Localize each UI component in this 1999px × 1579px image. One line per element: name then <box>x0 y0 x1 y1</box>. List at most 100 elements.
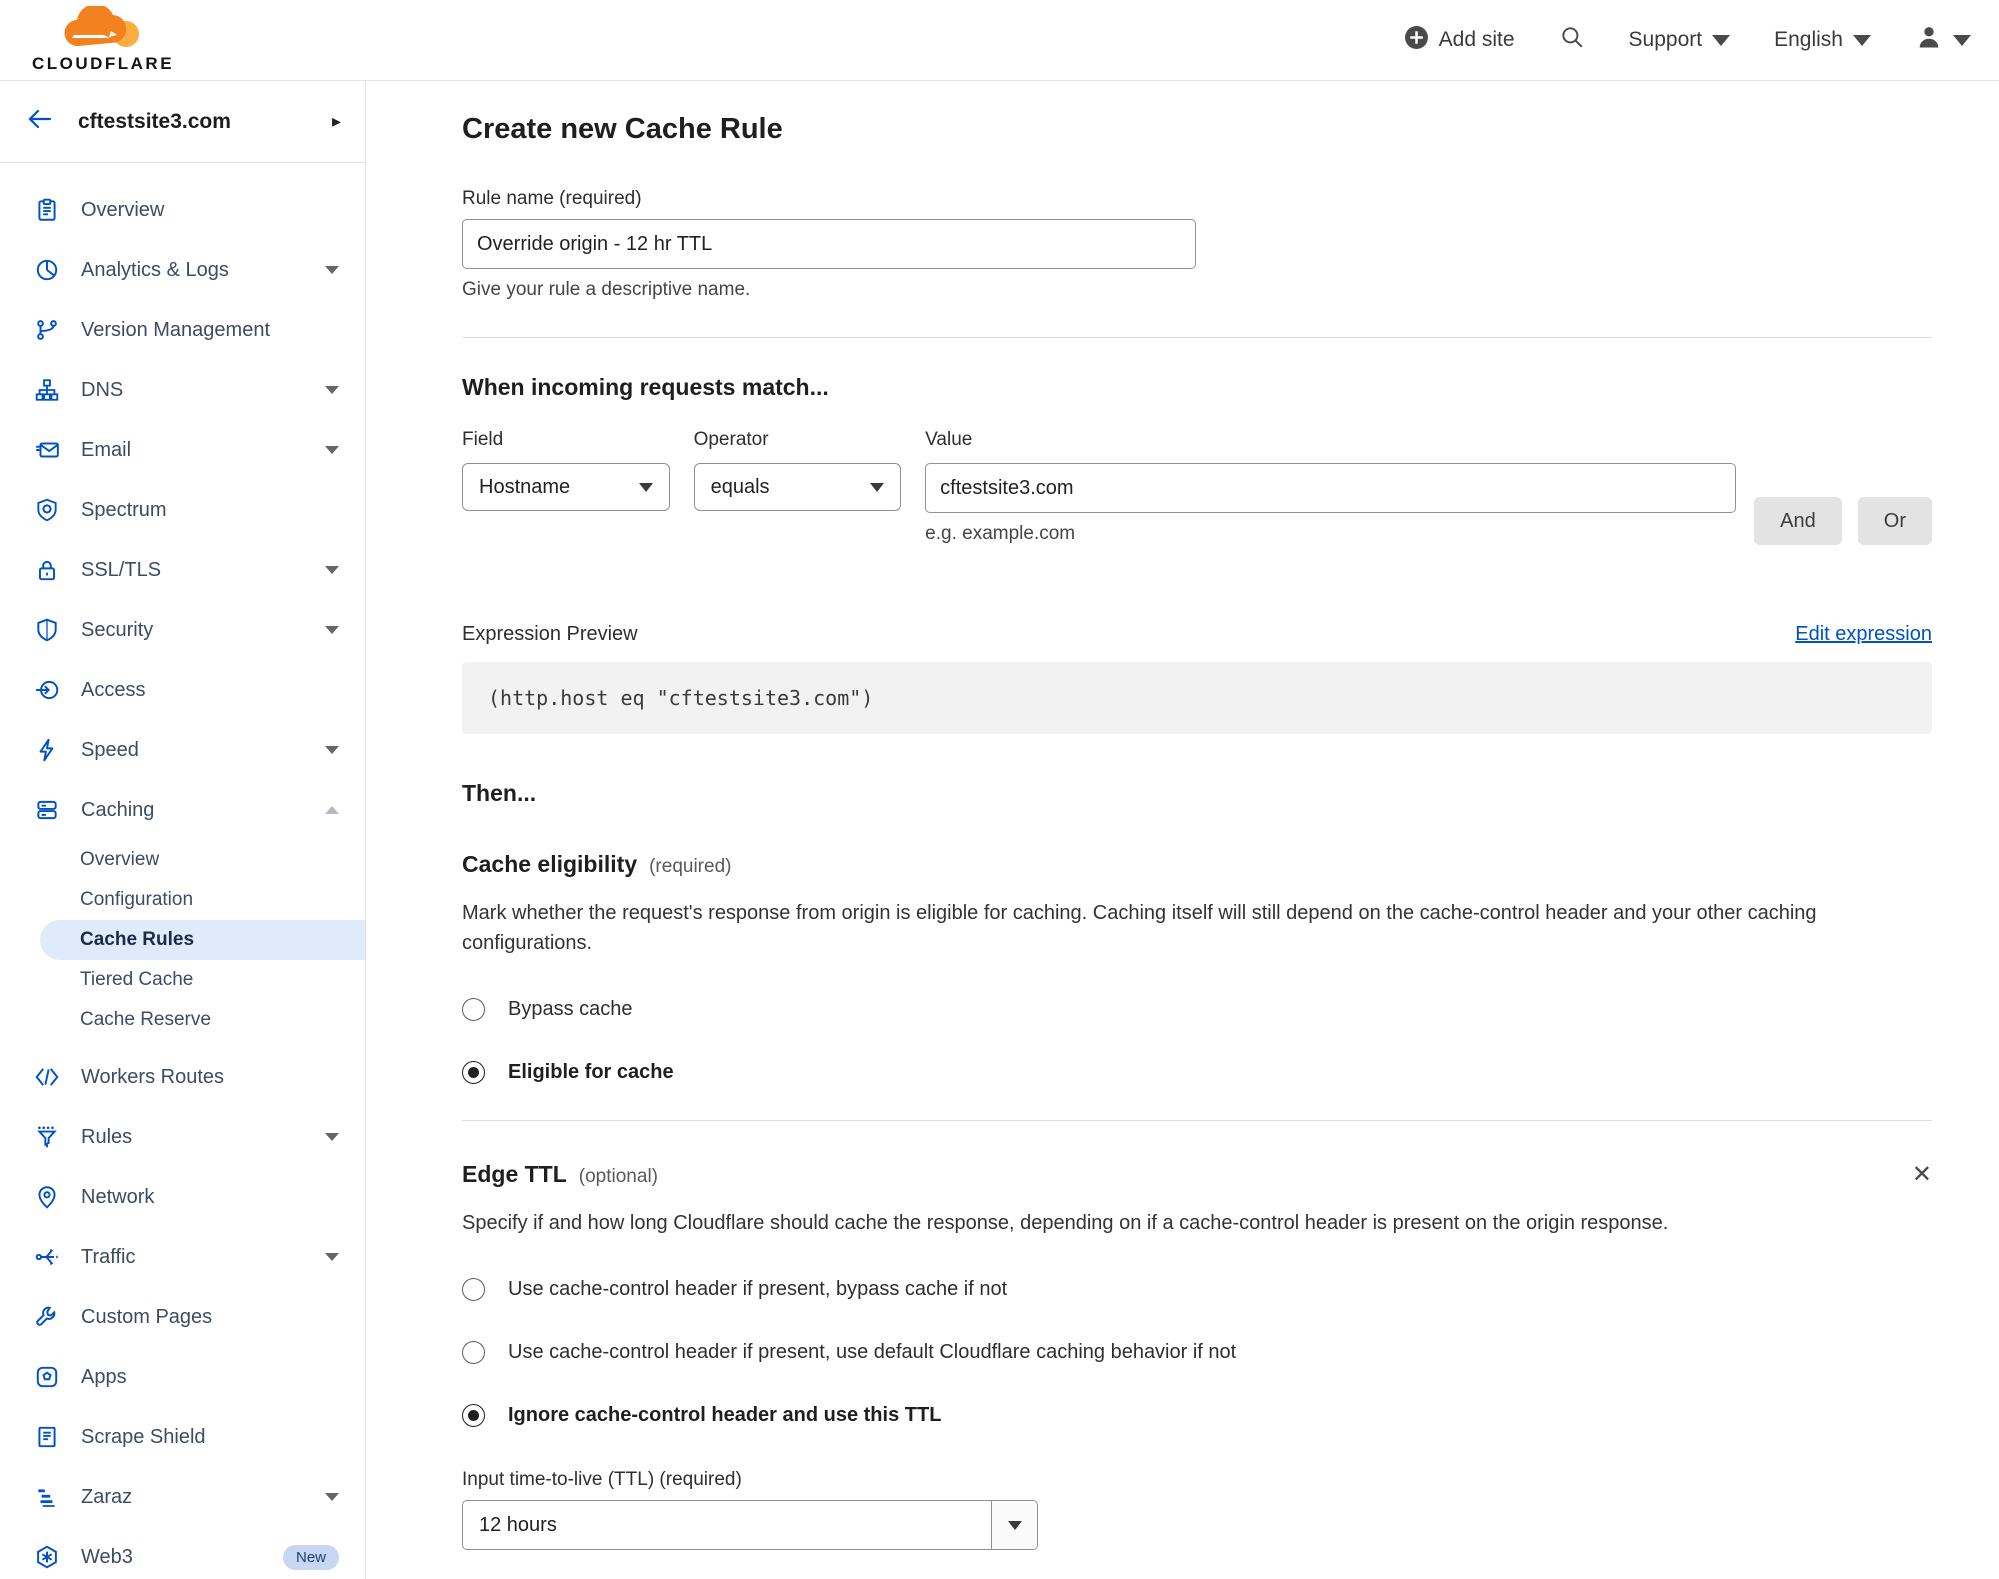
sidebar-item-label: Security <box>81 618 154 641</box>
field-column-label: Field <box>462 429 504 450</box>
subitem-label: Tiered Cache <box>80 969 194 990</box>
ttl-select-button[interactable] <box>991 1501 1037 1549</box>
chevron-down-icon <box>1953 34 1971 46</box>
page-title: Create new Cache Rule <box>462 113 783 145</box>
back-arrow-icon[interactable] <box>26 107 54 136</box>
edge-ttl-option-bypass[interactable]: Use cache-control header if present, byp… <box>462 1278 1932 1301</box>
subitem-label: Cache Reserve <box>80 1009 211 1030</box>
sidebar-subitem-tiered-cache[interactable]: Tiered Cache <box>0 960 365 1000</box>
edge-ttl-option-ignore[interactable]: Ignore cache-control header and use this… <box>462 1404 1932 1427</box>
chevron-down-icon <box>325 746 339 754</box>
sidebar-subitem-configuration[interactable]: Configuration <box>0 880 365 920</box>
stacked-bars-icon <box>33 1484 60 1511</box>
radio-checked-icon[interactable] <box>462 1404 485 1427</box>
chevron-down-icon <box>325 446 339 454</box>
sidebar-item-rules[interactable]: Rules <box>0 1107 365 1167</box>
subitem-label: Overview <box>80 849 160 870</box>
edit-expression-link[interactable]: Edit expression <box>1795 623 1932 646</box>
radio-unchecked-icon[interactable] <box>462 1278 485 1301</box>
sitemap-icon <box>33 377 60 404</box>
match-value-input[interactable] <box>925 463 1737 513</box>
caching-subnav: Overview Configuration Cache Rules Tiere… <box>0 840 365 1040</box>
search-button[interactable] <box>1559 24 1585 56</box>
sidebar-item-traffic[interactable]: Traffic <box>0 1227 365 1287</box>
value-column-label: Value <box>925 429 973 450</box>
ttl-label: Input time-to-live (TTL) (required) <box>462 1469 742 1490</box>
sidebar-item-analytics-logs[interactable]: Analytics & Logs <box>0 240 365 300</box>
chevron-down-icon <box>325 626 339 634</box>
add-site-button[interactable]: Add site <box>1404 25 1515 56</box>
chevron-up-icon <box>325 806 339 814</box>
close-icon[interactable]: ✕ <box>1912 1163 1932 1187</box>
sidebar-subitem-caching-overview[interactable]: Overview <box>0 840 365 880</box>
cache-eligibility-heading: Cache eligibility <box>462 851 638 877</box>
ttl-select[interactable]: 12 hours <box>462 1500 1038 1550</box>
sidebar-item-caching[interactable]: Caching <box>0 780 365 840</box>
sidebar: cftestsite3.com ▸ Overview Analytics & L… <box>0 81 366 1579</box>
rule-name-input[interactable] <box>462 219 1196 269</box>
edge-ttl-heading: Edge TTL <box>462 1161 567 1187</box>
cache-eligibility-description: Mark whether the request's response from… <box>462 902 1817 954</box>
chevron-down-icon <box>870 482 885 492</box>
sidebar-item-overview[interactable]: Overview <box>0 180 365 240</box>
radio-label: Use cache-control header if present, use… <box>508 1341 1237 1363</box>
chevron-down-icon <box>1712 34 1731 46</box>
sidebar-item-email[interactable]: Email <box>0 420 365 480</box>
sidebar-item-label: Scrape Shield <box>81 1425 206 1448</box>
radio-label: Eligible for cache <box>508 1061 674 1083</box>
code-diamond-icon <box>33 1064 60 1091</box>
sidebar-item-version-management[interactable]: Version Management <box>0 300 365 360</box>
cloudflare-cloud-icon <box>48 3 158 53</box>
value-helper: e.g. example.com <box>925 523 1076 544</box>
chevron-down-icon <box>325 386 339 394</box>
sidebar-item-label: Email <box>81 438 132 461</box>
field-select[interactable]: Hostname <box>462 463 670 511</box>
eligible-for-cache-option[interactable]: Eligible for cache <box>462 1061 1932 1084</box>
cloudflare-logo[interactable]: CLOUDFLARE <box>18 3 188 74</box>
clipboard-icon <box>33 197 60 224</box>
sidebar-item-zaraz[interactable]: Zaraz <box>0 1467 365 1527</box>
account-menu[interactable] <box>1915 23 1971 57</box>
sidebar-item-network[interactable]: Network <box>0 1167 365 1227</box>
sidebar-item-workers-routes[interactable]: Workers Routes <box>0 1047 365 1107</box>
lightning-icon <box>33 737 60 764</box>
sidebar-item-ssl-tls[interactable]: SSL/TLS <box>0 540 365 600</box>
sidebar-item-spectrum[interactable]: Spectrum <box>0 480 365 540</box>
subitem-label: Configuration <box>80 889 194 910</box>
sidebar-subitem-cache-reserve[interactable]: Cache Reserve <box>0 1000 365 1040</box>
language-menu[interactable]: English <box>1774 28 1871 52</box>
subitem-label: Cache Rules <box>80 929 195 950</box>
site-name: cftestsite3.com <box>78 109 231 133</box>
sidebar-item-security[interactable]: Security <box>0 600 365 660</box>
chevron-down-icon <box>638 482 653 492</box>
sidebar-item-custom-pages[interactable]: Custom Pages <box>0 1287 365 1347</box>
sidebar-item-label: Apps <box>81 1365 127 1388</box>
document-lines-icon <box>33 1424 60 1451</box>
radio-unchecked-icon[interactable] <box>462 1341 485 1364</box>
edge-ttl-option-default[interactable]: Use cache-control header if present, use… <box>462 1341 1932 1364</box>
sidebar-item-label: Rules <box>81 1125 133 1148</box>
sidebar-item-label: Zaraz <box>81 1485 133 1508</box>
or-button[interactable]: Or <box>1857 497 1932 545</box>
chevron-down-icon <box>325 1133 339 1141</box>
operator-select[interactable]: equals <box>693 463 902 511</box>
site-switcher-icon[interactable]: ▸ <box>332 111 341 132</box>
chevron-down-icon <box>1007 1520 1022 1530</box>
sidebar-item-speed[interactable]: Speed <box>0 720 365 780</box>
rule-name-label: Rule name (required) <box>462 188 642 209</box>
ttl-select-value: 12 hours <box>479 1513 557 1536</box>
sidebar-item-scrape-shield[interactable]: Scrape Shield <box>0 1407 365 1467</box>
radio-unchecked-icon[interactable] <box>462 998 485 1021</box>
chevron-down-icon <box>325 1253 339 1261</box>
sidebar-item-apps[interactable]: Apps <box>0 1347 365 1407</box>
support-menu[interactable]: Support <box>1629 28 1731 52</box>
sidebar-subitem-cache-rules[interactable]: Cache Rules <box>40 920 365 960</box>
sidebar-item-dns[interactable]: DNS <box>0 360 365 420</box>
sidebar-item-access[interactable]: Access <box>0 660 365 720</box>
sidebar-item-label: Custom Pages <box>81 1305 213 1328</box>
sidebar-item-web3[interactable]: Web3 New <box>0 1527 365 1579</box>
sidebar-item-label: Overview <box>81 198 165 221</box>
radio-checked-icon[interactable] <box>462 1061 485 1084</box>
bypass-cache-option[interactable]: Bypass cache <box>462 998 1932 1021</box>
and-button[interactable]: And <box>1754 497 1842 545</box>
